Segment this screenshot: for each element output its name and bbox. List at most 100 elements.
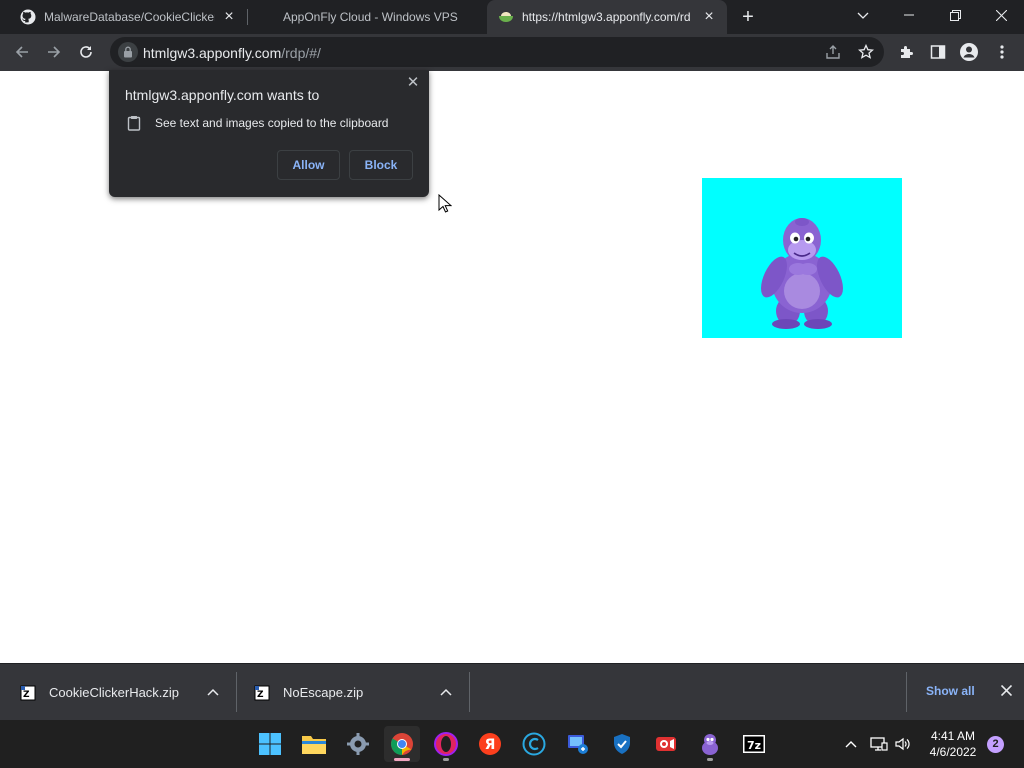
tab-apponfly[interactable]: AppOnFly Cloud - Windows VPS xyxy=(262,0,487,34)
remote-desktop-button[interactable] xyxy=(560,726,596,762)
notification-badge[interactable]: 2 xyxy=(987,736,1004,753)
minimize-button[interactable] xyxy=(886,0,932,30)
tab-title: AppOnFly Cloud - Windows VPS xyxy=(283,10,458,24)
running-indicator xyxy=(707,758,713,761)
7zip-button[interactable]: 7z xyxy=(736,726,772,762)
tab-malware-database[interactable]: MalwareDatabase/CookieClicker × xyxy=(0,0,247,34)
chevron-up-icon[interactable] xyxy=(438,684,454,700)
download-divider xyxy=(469,672,470,712)
lock-icon[interactable] xyxy=(118,42,138,62)
download-item-cookieclickerhack[interactable]: Z CookieClickerHack.zip xyxy=(20,664,179,721)
new-tab-button[interactable]: + xyxy=(737,5,759,29)
security-button[interactable] xyxy=(604,726,640,762)
kebab-menu-icon xyxy=(1000,45,1004,59)
extensions-button[interactable] xyxy=(892,38,920,66)
svg-text:Z: Z xyxy=(23,690,30,700)
7zip-archive-icon: Z xyxy=(20,685,36,700)
network-icon xyxy=(870,737,888,751)
svg-text:Z: Z xyxy=(257,690,264,700)
star-icon[interactable] xyxy=(856,42,876,62)
tab-title: MalwareDatabase/CookieClicker xyxy=(44,10,215,24)
shield-icon xyxy=(614,734,630,754)
7zip-icon: 7z xyxy=(743,735,765,753)
ccleaner-icon xyxy=(522,732,546,756)
puzzle-icon xyxy=(901,46,913,58)
speaker-icon xyxy=(895,737,910,751)
reload-icon xyxy=(80,46,92,58)
7zip-archive-icon: Z xyxy=(254,685,270,700)
popup-title: htmlgw3.apponfly.com wants to xyxy=(125,87,320,103)
file-explorer-button[interactable] xyxy=(296,726,332,762)
yandex-button[interactable]: Я xyxy=(472,726,508,762)
close-icon xyxy=(995,9,1007,21)
download-filename: CookieClickerHack.zip xyxy=(49,685,180,700)
svg-text:7z: 7z xyxy=(747,739,761,752)
system-clock[interactable]: 4:41 AM 4/6/2022 xyxy=(918,728,988,760)
recorder-icon xyxy=(656,737,676,751)
clock-time: 4:41 AM xyxy=(930,729,976,743)
volume-button[interactable] xyxy=(893,720,913,768)
permission-text: See text and images copied to the clipbo… xyxy=(155,116,389,130)
tab-divider xyxy=(247,9,248,25)
network-button[interactable] xyxy=(869,720,889,768)
screen-recorder-button[interactable] xyxy=(648,726,684,762)
block-button[interactable]: Block xyxy=(349,150,413,180)
reload-button[interactable] xyxy=(72,38,100,66)
share-icon[interactable] xyxy=(823,42,843,62)
start-button[interactable] xyxy=(252,726,288,762)
url-text[interactable]: htmlgw3.apponfly.com/rdp/#/ xyxy=(143,45,321,61)
minimize-icon xyxy=(904,14,914,16)
close-icon[interactable]: × xyxy=(701,9,717,25)
yandex-icon: Я xyxy=(479,733,501,755)
bonzibuddy-button[interactable] xyxy=(692,726,728,762)
url-host: htmlgw3.apponfly.com xyxy=(143,45,282,61)
purple-gorilla-icon xyxy=(761,218,843,329)
downloads-bar: Z CookieClickerHack.zip Z NoEscape.zip S… xyxy=(0,663,1024,720)
chevron-up-icon[interactable] xyxy=(205,684,221,700)
download-divider xyxy=(236,672,237,712)
browser-toolbar: htmlgw3.apponfly.com/rdp/#/ xyxy=(0,34,1024,71)
arrow-right-icon xyxy=(48,46,61,58)
allow-button[interactable]: Allow xyxy=(277,150,340,180)
active-indicator xyxy=(394,758,410,761)
menu-button[interactable] xyxy=(988,38,1016,66)
avatar-icon xyxy=(960,43,978,61)
forward-button[interactable] xyxy=(40,38,68,66)
remote-desktop-icon xyxy=(568,735,588,754)
url-path: /rdp/#/ xyxy=(281,45,321,61)
clipboard-icon xyxy=(125,114,143,132)
close-window-button[interactable] xyxy=(978,0,1024,30)
tab-search-button[interactable] xyxy=(840,0,886,30)
restore-button[interactable] xyxy=(932,0,978,30)
side-panel-icon xyxy=(930,45,946,59)
back-button[interactable] xyxy=(8,38,36,66)
show-hidden-icons-button[interactable] xyxy=(842,720,860,768)
windows-logo-icon xyxy=(259,733,281,755)
svg-text:Я: Я xyxy=(485,737,496,753)
close-icon xyxy=(1000,684,1012,697)
chrome-button[interactable] xyxy=(384,726,420,762)
download-filename: NoEscape.zip xyxy=(283,685,364,700)
tab-title: https://htmlgw3.apponfly.com/rd xyxy=(522,10,691,24)
side-panel-button[interactable] xyxy=(924,38,952,66)
settings-button[interactable] xyxy=(340,726,376,762)
tab-rdp[interactable]: https://htmlgw3.apponfly.com/rd × xyxy=(487,0,727,34)
show-all-button[interactable]: Show all xyxy=(926,684,975,698)
clipboard-permission-popup: htmlgw3.apponfly.com wants to ✕ See text… xyxy=(109,70,429,197)
github-icon xyxy=(20,9,36,25)
bonzibuddy-image xyxy=(702,178,902,338)
close-downloads-button[interactable] xyxy=(998,684,1014,700)
bowl-icon xyxy=(498,9,514,25)
windows-taskbar: Я 7z 4:41 AM 4/6/2022 xyxy=(0,720,1024,768)
gear-icon xyxy=(347,733,369,755)
popup-close-button[interactable]: ✕ xyxy=(405,75,421,91)
restore-icon xyxy=(949,9,961,21)
opera-button[interactable] xyxy=(428,726,464,762)
window-controls xyxy=(840,0,1024,34)
profile-button[interactable] xyxy=(955,38,983,66)
chevron-up-icon xyxy=(845,741,857,748)
address-bar[interactable]: htmlgw3.apponfly.com/rdp/#/ xyxy=(110,37,884,67)
download-item-noescape[interactable]: Z NoEscape.zip xyxy=(254,664,363,721)
ccleaner-button[interactable] xyxy=(516,726,552,762)
close-icon[interactable]: × xyxy=(221,9,237,25)
